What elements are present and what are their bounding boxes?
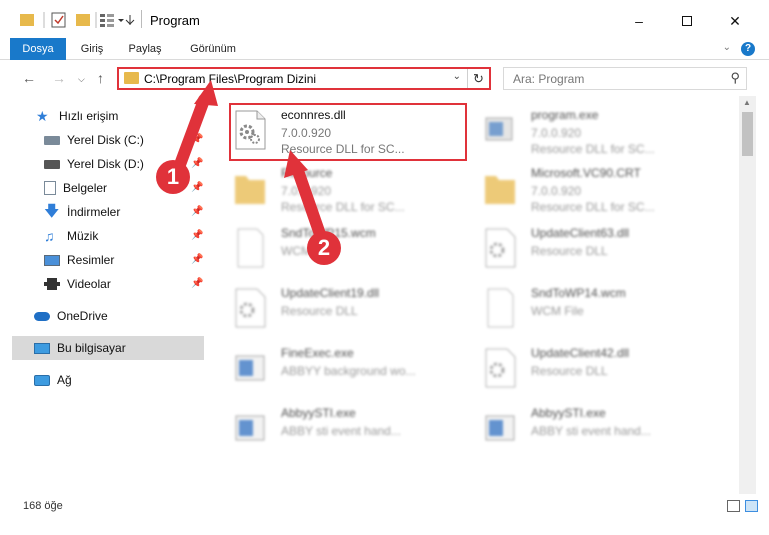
step-badge-1: 1 <box>156 160 190 194</box>
step-badge-2: 2 <box>307 231 341 265</box>
annotation-arrows <box>172 80 328 246</box>
